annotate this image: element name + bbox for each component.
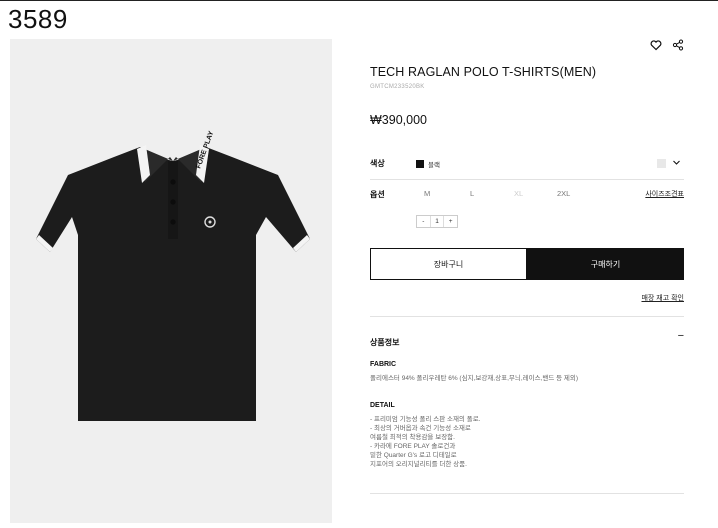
color-swatch[interactable]: [416, 160, 424, 168]
divider: [370, 179, 684, 180]
product-image: FORE PLAY: [10, 39, 332, 523]
product-price: ₩390,000: [370, 113, 427, 127]
quantity-minus-button[interactable]: -: [417, 216, 430, 227]
size-option-xl[interactable]: XL: [514, 189, 523, 198]
collapse-toggle[interactable]: −: [678, 330, 684, 342]
fabric-text: 폴리에스터 94% 폴리우레탄 6% (심지,보강재,상표,무늬,레이스,밴드 …: [370, 375, 579, 382]
product-code: GMTCM233520BK: [370, 84, 425, 90]
size-guide-link[interactable]: 사이즈조견표: [645, 189, 684, 199]
chevron-down-icon[interactable]: [672, 158, 681, 167]
share-icon[interactable]: [672, 38, 684, 51]
option-label: 옵션: [370, 190, 385, 199]
heart-icon[interactable]: [650, 38, 662, 51]
size-option-m[interactable]: M: [424, 189, 430, 198]
detail-line: 밑한 Quarter G's 로고 디테일로: [370, 452, 457, 459]
buy-now-button[interactable]: 구매하기: [527, 248, 684, 280]
size-options: 옵션 M L XL 2XL 사이즈조견표: [370, 189, 684, 203]
detail-line: 여름철 최적의 착용감을 보장함.: [370, 434, 455, 441]
color-label: 색상: [370, 159, 385, 168]
page-number: 3589: [8, 4, 68, 34]
top-rule: [0, 0, 718, 1]
detail-line: 지포어의 오리지널리티를 더한 상품.: [370, 461, 467, 468]
divider: [370, 316, 684, 317]
add-to-cart-button[interactable]: 장바구니: [370, 248, 527, 280]
color-option-box[interactable]: [657, 159, 666, 168]
quantity-value[interactable]: 1: [429, 216, 445, 227]
product-details-header[interactable]: 상품정보 −: [370, 330, 684, 347]
detail-line: - 프리미엄 기능성 폴리 스판 소재의 폴로.: [370, 416, 481, 423]
color-selector[interactable]: 색상 블랙: [370, 158, 684, 172]
size-option-l[interactable]: L: [470, 189, 474, 198]
product-title: TECH RAGLAN POLO T-SHIRTS(MEN): [370, 65, 597, 79]
size-option-2xl[interactable]: 2XL: [557, 189, 570, 198]
detail-line: - 최상의 거버옵과 속건 기능성 소재로: [370, 425, 471, 432]
detail-line: - 카라에 FORE PLAY 솔로건과: [370, 443, 456, 450]
divider: [370, 493, 684, 494]
detail-heading: DETAIL: [370, 402, 395, 409]
quantity-stepper: - 1 +: [416, 215, 458, 228]
store-stock-link[interactable]: 매장 재고 확인: [641, 293, 684, 303]
details-title: 상품정보: [370, 338, 400, 347]
color-name: 블랙: [428, 162, 440, 169]
quantity-plus-button[interactable]: +: [444, 216, 457, 227]
fabric-heading: FABRIC: [370, 361, 397, 368]
polo-shirt-illustration: FORE PLAY: [36, 130, 310, 421]
